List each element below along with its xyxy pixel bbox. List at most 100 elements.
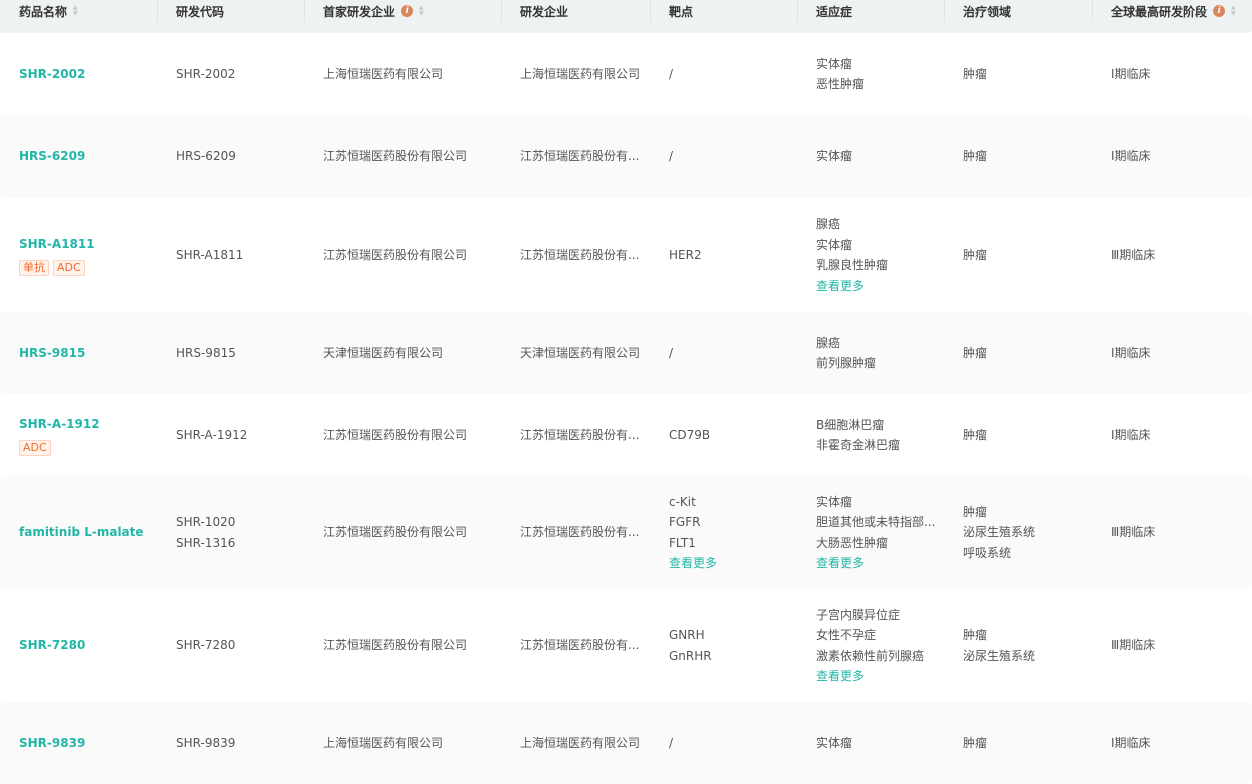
target: / xyxy=(669,66,674,81)
drug-name-cell: HRS-9815 xyxy=(0,343,157,364)
therapeutic-area: 泌尿生殖系统 xyxy=(963,648,1036,663)
first-developer: 天津恒瑞医药有限公司 xyxy=(323,345,444,360)
drug-name-link[interactable]: SHR-9839 xyxy=(19,733,157,754)
dev-code: SHR-A1811 xyxy=(176,247,244,262)
first-developer-cell: 上海恒瑞医药有限公司 xyxy=(304,733,501,754)
header-drug-name[interactable]: 药品名称 ▲ ▼ xyxy=(0,0,157,22)
phase: Ⅰ期临床 xyxy=(1111,735,1151,750)
header-developer: 研发企业 xyxy=(501,0,650,22)
dev-code-cell: SHR-1020 SHR-1316 xyxy=(157,512,304,553)
drug-name-link[interactable]: SHR-A1811 xyxy=(19,234,157,255)
view-more-link[interactable]: 查看更多 xyxy=(816,553,944,574)
indication-cell: 子宫内膜异位症 女性不孕症 激素依赖性前列腺癌 查看更多 xyxy=(797,605,944,687)
therapeutic-area-cell: 肿瘤 xyxy=(944,245,1092,266)
phase: Ⅲ期临床 xyxy=(1111,247,1156,262)
indication: 胆道其他或未特指部... xyxy=(816,515,936,529)
phase: Ⅰ期临床 xyxy=(1111,66,1151,81)
target: FLT1 xyxy=(669,535,696,550)
header-first-developer[interactable]: 首家研发企业 i ▲ ▼ xyxy=(304,0,501,22)
indication: 实体瘤 xyxy=(816,237,853,252)
target-cell: HER2 xyxy=(650,245,797,266)
drug-name-cell: SHR-7280 xyxy=(0,635,157,656)
dev-code: SHR-9839 xyxy=(176,735,236,750)
phase: Ⅲ期临床 xyxy=(1111,638,1156,653)
dev-code: SHR-1316 xyxy=(176,535,236,550)
phase-cell: Ⅲ期临床 xyxy=(1092,245,1252,266)
therapeutic-area: 肿瘤 xyxy=(963,149,988,164)
target-cell: / xyxy=(650,733,797,754)
phase-cell: Ⅲ期临床 xyxy=(1092,522,1252,543)
drug-name-cell: HRS-6209 xyxy=(0,146,157,167)
header-label: 研发企业 xyxy=(520,4,569,19)
drug-name-link[interactable]: SHR-7280 xyxy=(19,635,157,656)
drug-type-tag: ADC xyxy=(19,440,51,457)
info-icon[interactable]: i xyxy=(401,5,414,17)
table-row: SHR-7280 SHR-7280 江苏恒瑞医药股份有限公司 江苏恒瑞医药股份有...… xyxy=(0,589,1252,702)
dev-code-cell: SHR-9839 xyxy=(157,733,304,754)
dev-code-cell: SHR-2002 xyxy=(157,64,304,85)
header-label: 药品名称 xyxy=(19,4,68,19)
sort-icon[interactable]: ▲ ▼ xyxy=(73,5,78,17)
target: / xyxy=(669,735,674,750)
table-row: SHR-9839 SHR-9839 上海恒瑞医药有限公司 上海恒瑞医药有限公司 / 实体瘤… xyxy=(0,702,1252,784)
therapeutic-area: 泌尿生殖系统 xyxy=(963,525,1036,540)
first-developer-cell: 上海恒瑞医药有限公司 xyxy=(304,64,501,85)
drug-name-link[interactable]: SHR-2002 xyxy=(19,64,157,85)
info-icon[interactable]: i xyxy=(1213,5,1226,17)
drug-name-link[interactable]: HRS-9815 xyxy=(19,343,157,364)
drug-name-cell: SHR-A1811 单抗 ADC xyxy=(0,234,157,277)
indication: 女性不孕症 xyxy=(816,628,877,642)
dev-code-cell: HRS-9815 xyxy=(157,343,304,364)
drug-type-tag: ADC xyxy=(53,260,85,277)
first-developer: 上海恒瑞医药有限公司 xyxy=(323,735,444,750)
target: GnRHR xyxy=(669,648,712,663)
first-developer: 上海恒瑞医药有限公司 xyxy=(323,66,444,81)
phase-cell: Ⅲ期临床 xyxy=(1092,635,1252,656)
drug-name-link[interactable]: famitinib L-malate xyxy=(19,522,157,543)
drug-table-body: SHR-2002 SHR-2002 上海恒瑞医药有限公司 上海恒瑞医药有限公司 / 实体瘤… xyxy=(0,33,1252,784)
view-more-link[interactable]: 查看更多 xyxy=(816,276,944,297)
table-row: SHR-A-1912 ADC SHR-A-1912 江苏恒瑞医药股份有限公司 江苏恒瑞医… xyxy=(0,394,1252,476)
view-more-link[interactable]: 查看更多 xyxy=(669,553,797,574)
sort-icon[interactable]: ▲ ▼ xyxy=(1231,5,1236,17)
header-target: 靶点 xyxy=(650,0,797,22)
developer: 江苏恒瑞医药股份有... xyxy=(520,525,640,540)
dev-code: SHR-7280 xyxy=(176,638,236,653)
indication: 前列腺肿瘤 xyxy=(816,356,877,370)
developer: 江苏恒瑞医药股份有... xyxy=(520,427,640,442)
target: CD79B xyxy=(669,427,711,442)
therapeutic-area-cell: 肿瘤 xyxy=(944,146,1092,167)
dev-code-cell: SHR-A-1912 xyxy=(157,425,304,446)
developer-cell: 江苏恒瑞医药股份有... xyxy=(501,425,650,446)
indication: 实体瘤 xyxy=(816,735,853,750)
drug-type-tag: 单抗 xyxy=(19,260,49,277)
header-label: 首家研发企业 xyxy=(323,4,396,19)
view-more-link[interactable]: 查看更多 xyxy=(816,666,944,687)
table-row: HRS-9815 HRS-9815 天津恒瑞医药有限公司 天津恒瑞医药有限公司 / 腺癌前… xyxy=(0,312,1252,394)
target: / xyxy=(669,345,674,360)
indication: 实体瘤 xyxy=(816,56,853,71)
drug-name-link[interactable]: HRS-6209 xyxy=(19,146,157,167)
header-highest-phase[interactable]: 全球最高研发阶段 i ▲ ▼ xyxy=(1092,0,1252,22)
developer: 上海恒瑞医药有限公司 xyxy=(520,735,641,750)
indication-cell: B细胞淋巴瘤 非霍奇金淋巴瘤 xyxy=(797,415,944,456)
indication: 实体瘤 xyxy=(816,494,853,509)
sort-icon[interactable]: ▲ ▼ xyxy=(419,5,424,17)
developer: 江苏恒瑞医药股份有... xyxy=(520,149,640,164)
dev-code: SHR-2002 xyxy=(176,66,236,81)
first-developer: 江苏恒瑞医药股份有限公司 xyxy=(323,149,468,164)
drug-name-cell: SHR-A-1912 ADC xyxy=(0,414,157,457)
developer-cell: 江苏恒瑞医药股份有... xyxy=(501,522,650,543)
indication: 实体瘤 xyxy=(816,149,853,164)
target: FGFR xyxy=(669,515,701,529)
drug-name-link[interactable]: SHR-A-1912 xyxy=(19,414,157,435)
header-label: 适应症 xyxy=(816,4,853,19)
header-label: 靶点 xyxy=(669,4,694,19)
phase: Ⅰ期临床 xyxy=(1111,345,1151,360)
therapeutic-area: 肿瘤 xyxy=(963,345,988,360)
phase-cell: Ⅰ期临床 xyxy=(1092,64,1252,85)
indication-cell: 实体瘤 xyxy=(797,733,944,754)
dev-code-cell: SHR-A1811 xyxy=(157,245,304,266)
dev-code: SHR-A-1912 xyxy=(176,427,248,442)
therapeutic-area: 呼吸系统 xyxy=(963,545,1012,560)
